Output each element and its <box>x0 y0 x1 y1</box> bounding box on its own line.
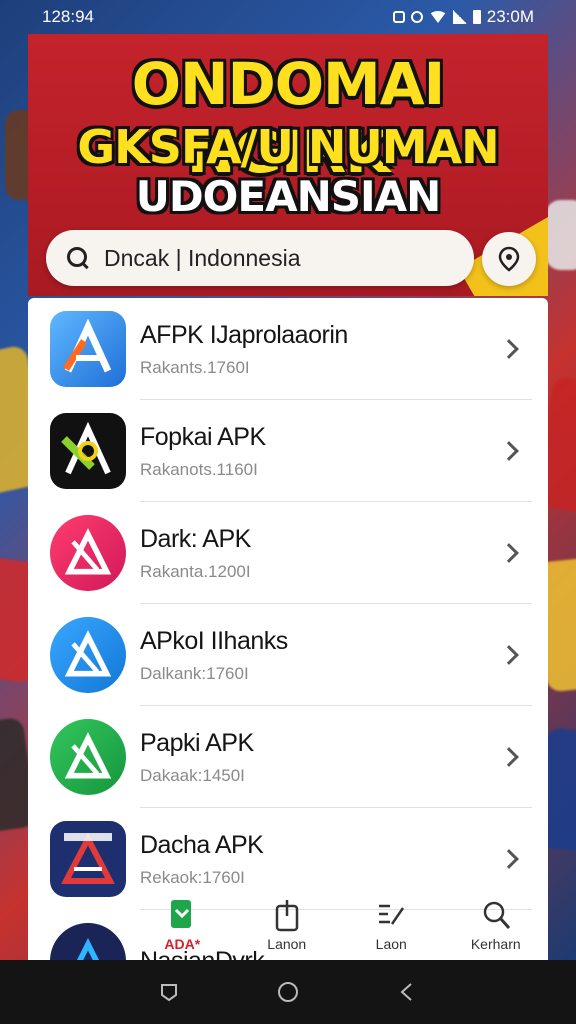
status-bar: 128:94 23:0M <box>28 0 548 34</box>
chevron-right-icon <box>499 339 519 359</box>
search-bar[interactable]: Dncak | Indonnesia <box>46 230 474 286</box>
app-subtitle: Rakants.1760I <box>140 357 250 377</box>
apk-flag-icon <box>171 900 192 928</box>
app-name: AFPK IJaprolaaorin <box>140 320 348 349</box>
tab-lanon[interactable]: Lanon <box>237 898 337 952</box>
a-logo-dark-round-icon <box>50 923 126 960</box>
recent-apps-icon[interactable] <box>158 981 180 1003</box>
list-item[interactable]: Fopkai APK Rakanots.1160I <box>28 400 548 502</box>
home-icon[interactable] <box>276 980 300 1004</box>
list-item[interactable]: Papki APK Dakaak:1450I <box>28 706 548 808</box>
banner-title-line2: GKSFA/U NUMAN <box>77 120 499 174</box>
tab-label: Lanon <box>267 936 307 952</box>
a-logo-blue-icon <box>50 311 126 387</box>
status-icons: 23:0M <box>392 7 534 27</box>
status-time: 128:94 <box>42 7 94 26</box>
a-logo-green-icon <box>50 719 126 795</box>
tab-label: ADA* <box>164 936 201 952</box>
list-item[interactable]: Dark: APK Rakanta.1200I <box>28 502 548 604</box>
signal-icon <box>452 10 467 24</box>
bottom-tab-bar: ADA* Lanon Laon Kerharn <box>130 898 548 960</box>
chevron-right-icon <box>499 849 519 869</box>
tab-kerharn[interactable]: Kerharn <box>446 898 546 952</box>
app-subtitle: Rakanta.1200I <box>140 561 251 581</box>
sync-icon <box>410 11 423 23</box>
back-icon[interactable] <box>396 981 418 1003</box>
tab-apk[interactable]: ADA* <box>132 898 232 952</box>
chevron-right-icon <box>499 645 519 665</box>
bg-cloud <box>546 200 576 270</box>
chevron-right-icon <box>499 543 519 563</box>
chevron-right-icon <box>499 441 519 461</box>
app-subtitle: Dakaak:1450I <box>140 765 245 785</box>
a-logo-green-black-icon <box>50 413 126 489</box>
chevron-right-icon <box>499 747 519 767</box>
a-logo-blue-round-icon <box>50 617 126 693</box>
tab-label: Kerharn <box>470 936 521 952</box>
share-icon <box>275 900 298 932</box>
a-logo-pink-icon <box>50 515 126 591</box>
app-name: Dark: APK <box>140 524 251 553</box>
banner-title-line3: UDOEANSIAN <box>135 172 442 221</box>
header-banner: ONDOMAI NGIRK GKSFA/U NUMAN UDOEANSIAN D… <box>28 34 548 296</box>
battery-icon <box>472 10 481 24</box>
app-subtitle: Dalkank:1760I <box>140 663 249 683</box>
system-navigation-bar <box>0 960 576 1024</box>
tab-laon[interactable]: Laon <box>341 898 441 952</box>
list-item[interactable]: Dacha APK Rekaok:1760I <box>28 808 548 910</box>
notification-icon <box>392 11 405 23</box>
app-name: Papki APK <box>140 728 254 757</box>
wifi-icon <box>428 11 447 23</box>
search-text: Dncak | Indonnesia <box>104 244 301 271</box>
app-name: Dacha APK <box>140 830 264 859</box>
app-name: Fopkai APK <box>140 422 266 451</box>
location-button[interactable] <box>482 232 536 286</box>
list-item[interactable]: APkoI IIhanks Dalkank:1760I <box>28 604 548 706</box>
search-icon <box>66 246 90 270</box>
app-list: AFPK IJaprolaaorin Rakants.1760I Fopkai … <box>28 298 548 960</box>
search-icon <box>483 901 510 929</box>
app-subtitle: Rekaok:1760I <box>140 867 245 887</box>
list-item[interactable]: AFPK IJaprolaaorin Rakants.1760I <box>28 298 548 400</box>
location-icon <box>498 246 520 272</box>
edit-list-icon <box>379 904 405 925</box>
app-name: APkoI IIhanks <box>140 626 288 655</box>
app-subtitle: Rakanots.1160I <box>140 459 258 479</box>
status-clock: 23:0M <box>486 7 534 26</box>
tab-label: Laon <box>375 936 407 952</box>
a-logo-navy-icon <box>50 821 126 897</box>
